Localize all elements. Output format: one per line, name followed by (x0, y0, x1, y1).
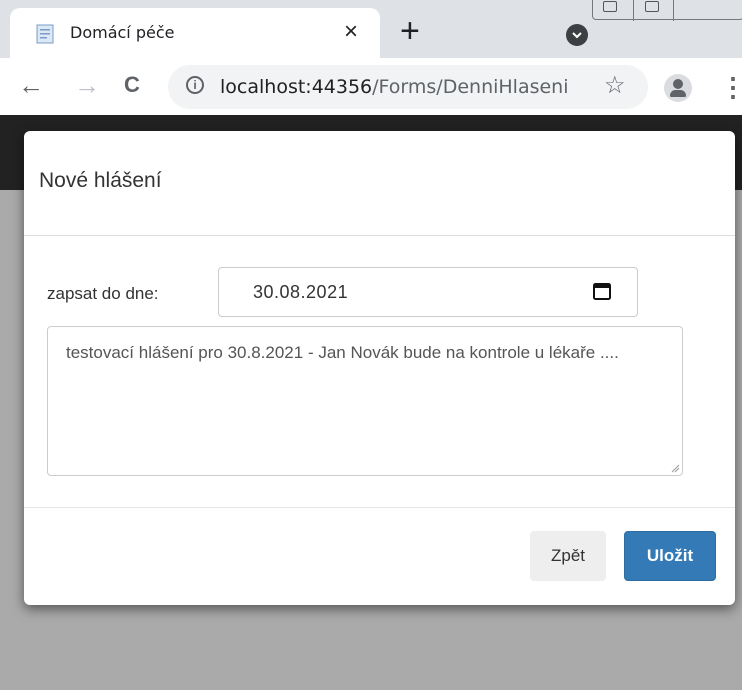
modal-title: Nové hlášení (39, 169, 162, 192)
browser-menu-icon[interactable]: ⋮ (720, 72, 742, 103)
profile-icon[interactable] (664, 74, 692, 102)
url-host: localhost:44356 (220, 76, 373, 98)
new-tab-button[interactable]: + (400, 14, 420, 48)
tab-title: Domácí péče (70, 23, 175, 42)
date-label: zapsat do dne: (47, 284, 159, 303)
maximize-icon[interactable] (645, 1, 659, 12)
browser-toolbar: ← → C i localhost:44356/Forms/DenniHlase… (0, 58, 742, 115)
window-controls (592, 0, 742, 21)
url-path: /Forms/DenniHlaseni (372, 76, 569, 98)
browser-tab[interactable]: Domácí péče × (10, 8, 380, 58)
tab-search-icon[interactable] (566, 24, 588, 46)
resize-grip-icon[interactable] (670, 463, 680, 473)
page-bottom (0, 690, 742, 698)
note-text: testovací hlášení pro 30.8.2021 - Jan No… (66, 343, 619, 362)
date-input[interactable]: 30.08.2021 (218, 267, 638, 317)
date-value: 30.08.2021 (253, 282, 349, 302)
url-text: localhost:44356/Forms/DenniHlaseni (220, 76, 569, 98)
reload-icon[interactable]: C (124, 68, 140, 102)
back-button[interactable]: Zpět (530, 531, 606, 581)
note-textarea[interactable]: testovací hlášení pro 30.8.2021 - Jan No… (47, 326, 683, 476)
back-arrow-icon[interactable]: ← (18, 68, 44, 102)
modal-footer-divider (24, 507, 735, 508)
browser-tabstrip: Domácí péče × + (0, 0, 742, 58)
document-icon (36, 24, 54, 44)
address-bar[interactable]: i localhost:44356/Forms/DenniHlaseni ☆ (168, 65, 648, 109)
bookmark-star-icon[interactable]: ☆ (604, 71, 626, 100)
tab-close-icon[interactable]: × (344, 18, 358, 46)
minimize-icon[interactable] (603, 1, 617, 12)
forward-arrow-icon[interactable]: → (74, 68, 100, 102)
modal-header-divider (24, 235, 735, 236)
save-button[interactable]: Uložit (624, 531, 716, 581)
info-icon[interactable]: i (186, 76, 204, 94)
calendar-icon[interactable] (593, 282, 611, 300)
